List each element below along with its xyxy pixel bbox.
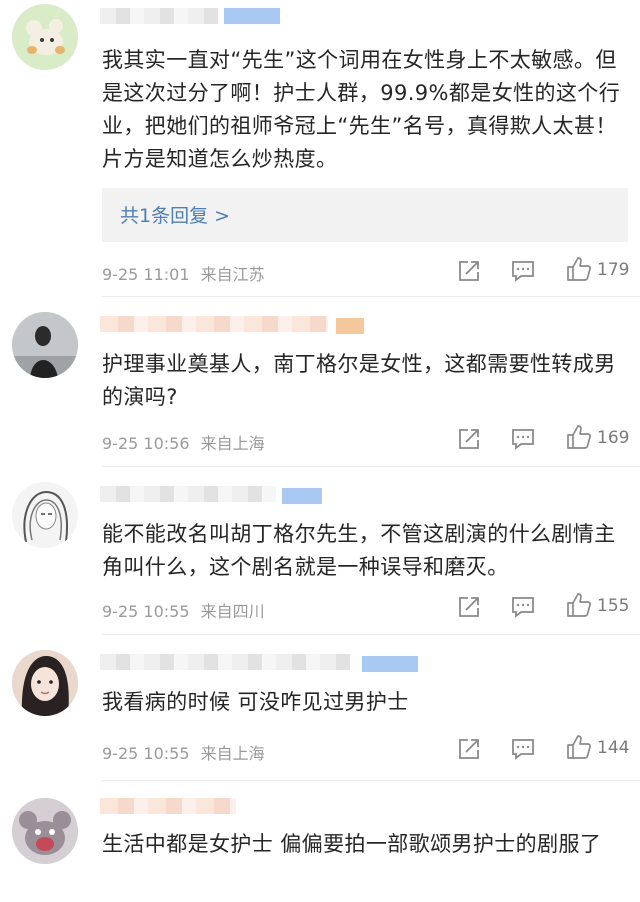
username-masked[interactable] [100, 316, 328, 332]
comment-meta: 9-25 10:55 来自四川 [102, 598, 271, 622]
divider [102, 780, 640, 781]
comment-location: 来自四川 [200, 602, 265, 621]
like-count: 169 [597, 428, 630, 448]
comment-location: 来自江苏 [200, 265, 265, 284]
thumbs-up-icon[interactable] [566, 734, 592, 760]
reply-box[interactable]: 共1条回复 > [102, 188, 628, 242]
comment-meta: 9-25 10:55 来自上海 [102, 740, 271, 764]
user-badge [336, 318, 364, 334]
comment-meta: 9-25 10:56 来自上海 [102, 430, 271, 454]
view-replies-link[interactable]: 共1条回复 > [120, 201, 230, 228]
like-count: 155 [597, 596, 630, 616]
comment-icon[interactable] [510, 426, 536, 452]
username-masked[interactable] [100, 654, 350, 670]
comment-icon[interactable] [510, 736, 536, 762]
avatar[interactable] [12, 4, 78, 70]
comment-item: 我看病的时候 可没咋见过男护士 9-25 10:55 来自上海 144 [0, 638, 640, 778]
comment-item: 我其实一直对“先生”这个词用在女性身上不太敏感。但是这次过分了啊！护士人群，99… [0, 0, 640, 290]
comment-text: 护理事业奠基人，南丁格尔是女性，这都需要性转成男的演吗? [102, 352, 616, 409]
divider [102, 466, 640, 467]
comment-date: 9-25 11:01 [102, 265, 190, 284]
comment-item: 能不能改名叫胡丁格尔先生，不管这剧演的什么剧情主角叫什么，这个剧名就是一种误导和… [0, 470, 640, 635]
username-masked[interactable] [100, 798, 236, 814]
like-count: 144 [597, 738, 630, 758]
comment-date: 9-25 10:56 [102, 434, 190, 453]
share-icon[interactable] [456, 736, 482, 762]
avatar[interactable] [12, 482, 78, 548]
username-masked[interactable] [100, 8, 218, 24]
avatar[interactable] [12, 312, 78, 378]
thumbs-up-icon[interactable] [566, 424, 592, 450]
comment-text: 能不能改名叫胡丁格尔先生，不管这剧演的什么剧情主角叫什么，这个剧名就是一种误导和… [102, 522, 616, 579]
share-icon[interactable] [456, 258, 482, 284]
comment-icon[interactable] [510, 594, 536, 620]
thumbs-up-icon[interactable] [566, 256, 592, 282]
username-masked[interactable] [100, 486, 276, 502]
avatar[interactable] [12, 798, 78, 864]
comment-item: 生活中都是女护士 偏偏要拍一部歌颂男护士的剧服了 [0, 784, 640, 902]
comment-text: 生活中都是女护士 偏偏要拍一部歌颂男护士的剧服了 [102, 832, 602, 856]
user-badge [282, 488, 322, 504]
share-icon[interactable] [456, 426, 482, 452]
comment-date: 9-25 10:55 [102, 602, 190, 621]
thumbs-up-icon[interactable] [566, 592, 592, 618]
comment-text: 我其实一直对“先生”这个词用在女性身上不太敏感。但是这次过分了啊！护士人群，99… [102, 48, 621, 171]
comment-icon[interactable] [510, 258, 536, 284]
comment-meta: 9-25 11:01 来自江苏 [102, 261, 271, 285]
like-count: 179 [597, 260, 630, 280]
comment-location: 来自上海 [200, 744, 265, 763]
user-badge [224, 8, 280, 24]
avatar[interactable] [12, 650, 78, 716]
divider [102, 634, 640, 635]
comment-date: 9-25 10:55 [102, 744, 190, 763]
user-badge [362, 656, 418, 672]
comment-item: 护理事业奠基人，南丁格尔是女性，这都需要性转成男的演吗? 9-25 10:56 … [0, 300, 640, 465]
comment-text: 我看病的时候 可没咋见过男护士 [102, 690, 409, 714]
comment-location: 来自上海 [200, 434, 265, 453]
divider [102, 296, 640, 297]
share-icon[interactable] [456, 594, 482, 620]
